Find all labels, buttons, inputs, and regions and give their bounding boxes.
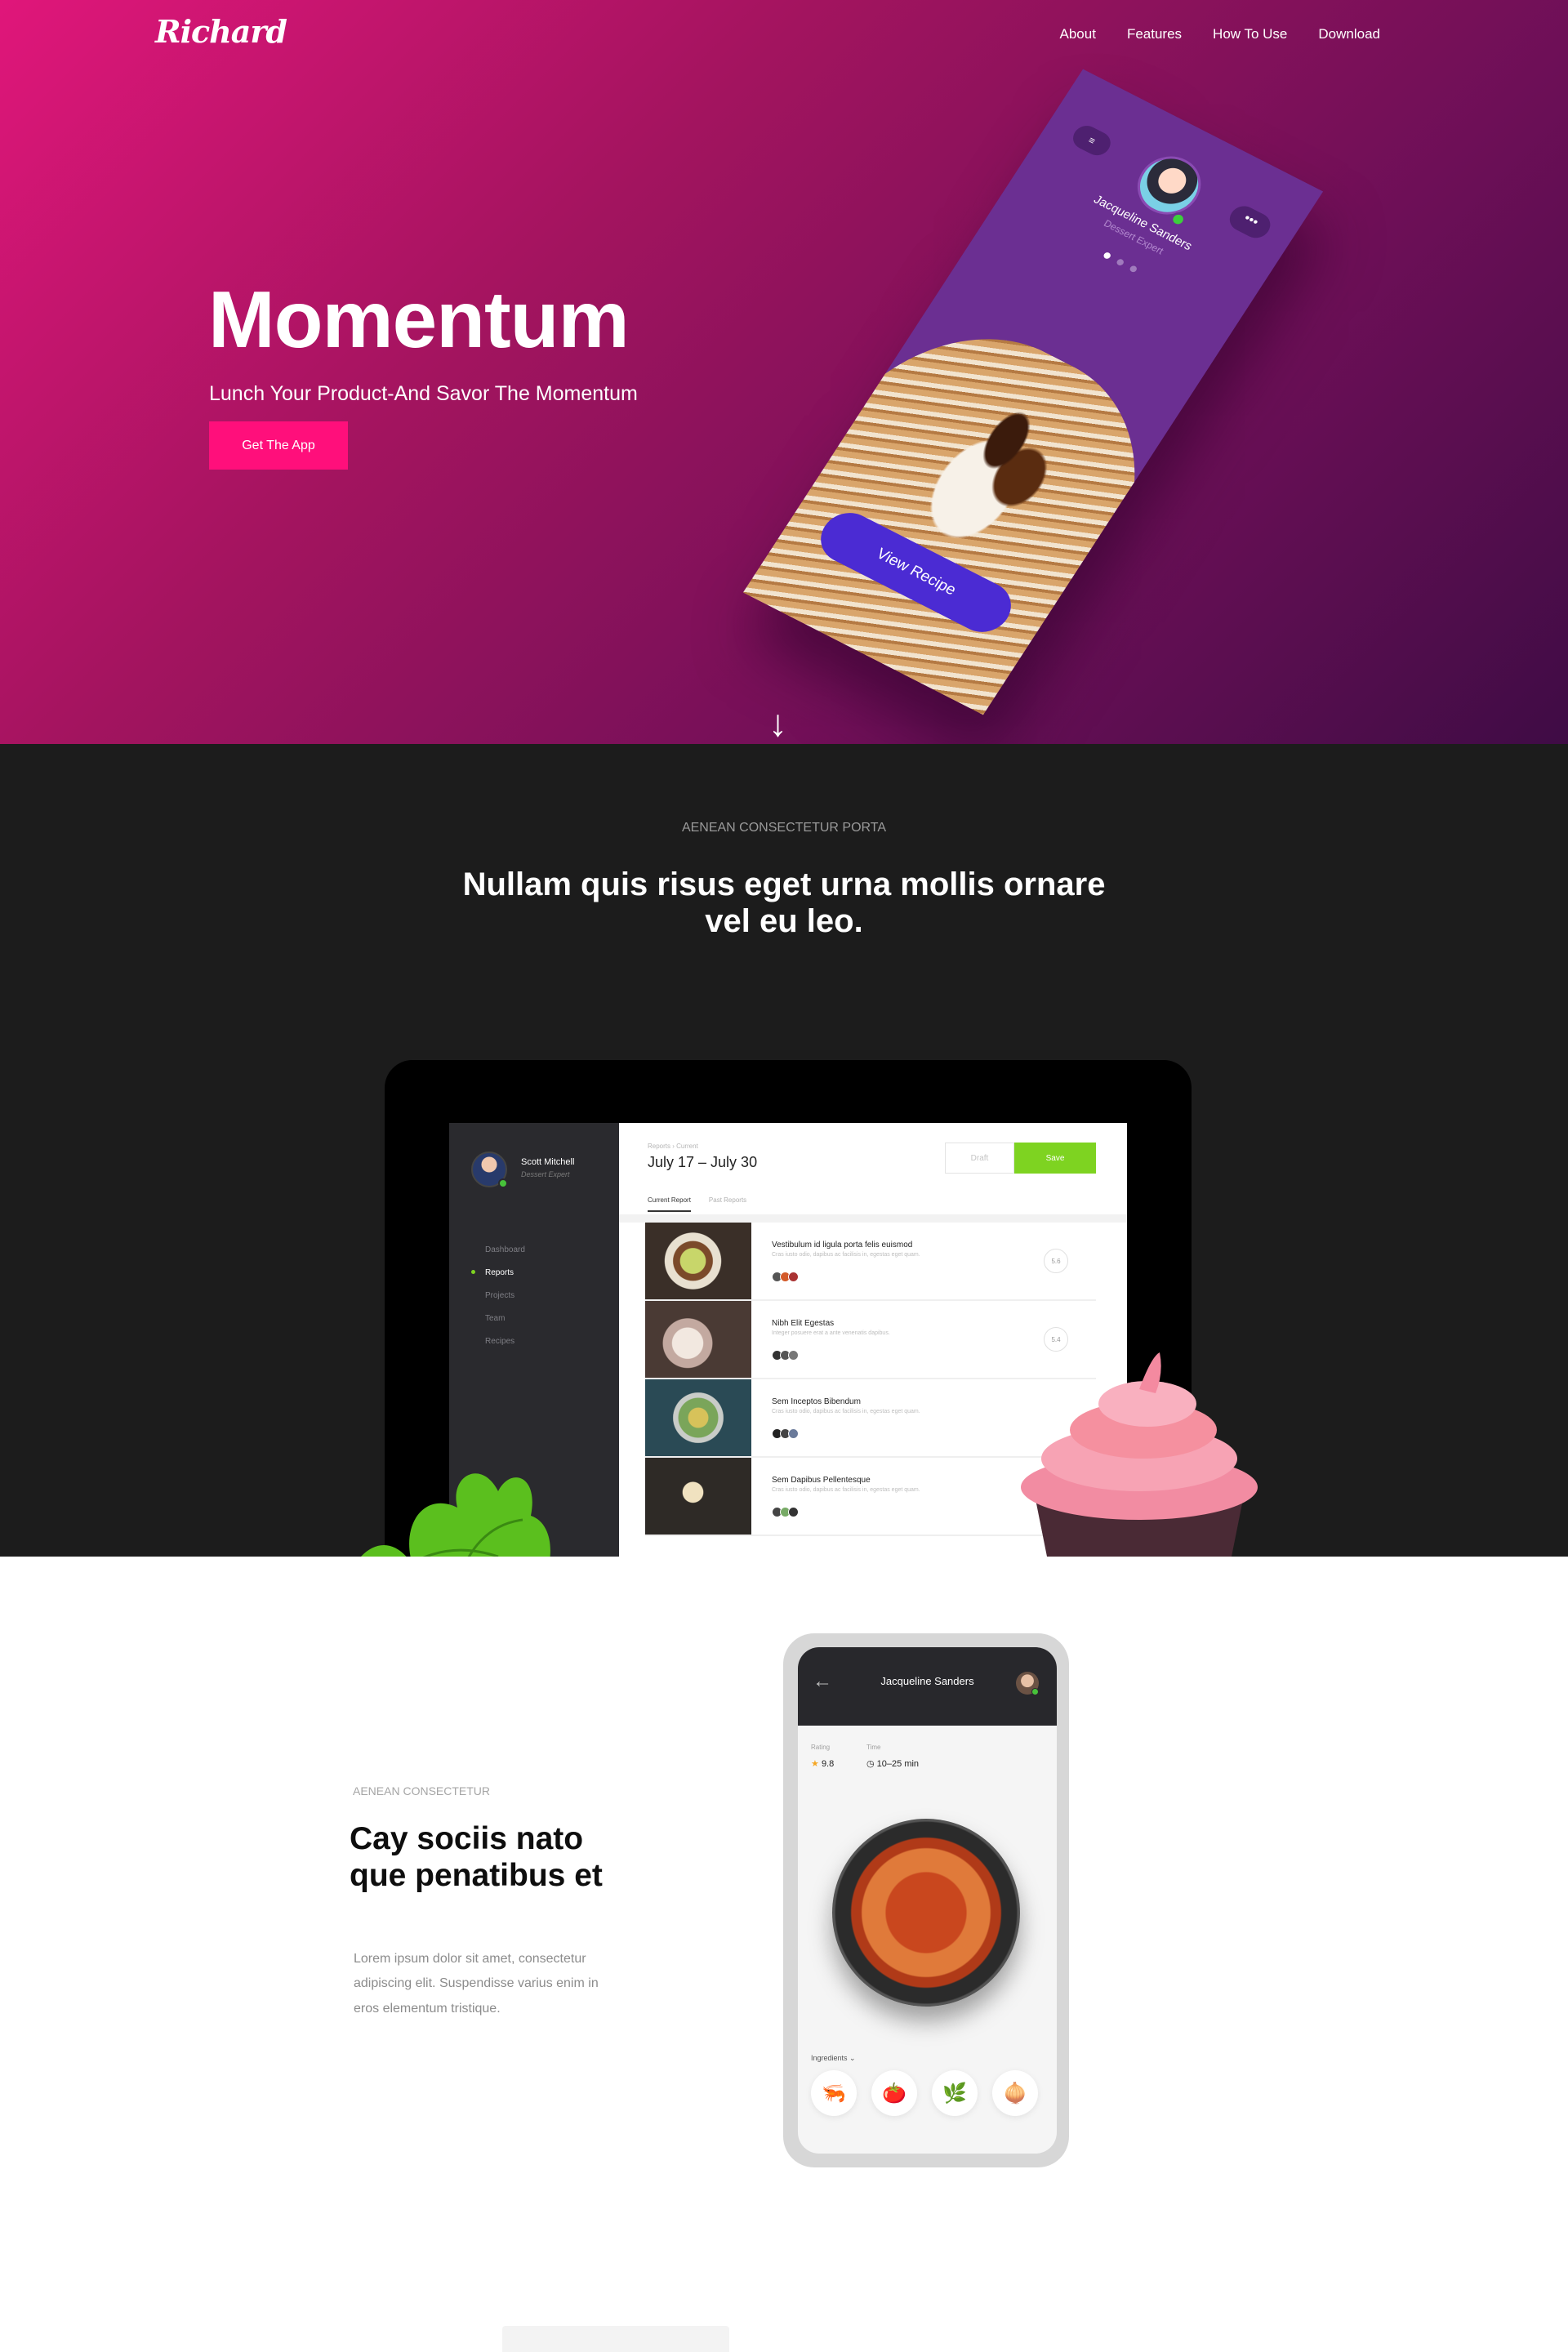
list-item-title: Sem Inceptos Bibendum [772, 1397, 861, 1406]
dessert-image [742, 288, 1198, 715]
list-item: Vestibulum id ligula porta felis euismod… [645, 1223, 1096, 1301]
showcase-section: AENEAN CONSECTETUR PORTA Nullam quis ris… [0, 744, 1568, 1557]
food-thumbnail [645, 1458, 751, 1535]
user-name: Scott Mitchell [521, 1157, 575, 1167]
phone-screen: ← Jacqueline Sanders Rating Time ★ 9.8 ◷… [798, 1647, 1057, 2154]
sidebar-item-team: Team [485, 1314, 506, 1323]
rating-value: 9.8 [821, 1759, 835, 1769]
save-button: Save [1014, 1143, 1096, 1174]
tab-past-reports: Past Reports [708, 1196, 747, 1204]
avatar-group [772, 1428, 799, 1439]
sidebar-menu: Dashboard Reports Projects Team Recipes [485, 1245, 525, 1360]
arrow-down-icon[interactable]: ↓ [768, 704, 787, 742]
user-role: Dessert Expert [521, 1170, 570, 1178]
shrimp-icon: 🦐 [811, 2070, 857, 2116]
herb-icon: 🌿 [932, 2070, 978, 2116]
ingredients-label: Ingredients ⌄ [811, 2054, 856, 2062]
mint-leaf-image [361, 1473, 550, 1557]
hero-title: Momentum [208, 274, 630, 364]
sidebar-item-recipes: Recipes [485, 1337, 515, 1346]
breadcrumb: Reports › Current [648, 1143, 698, 1150]
sidebar-item-projects: Projects [485, 1291, 515, 1300]
ingredients-list: 🦐 🍅 🌿 🧅 [811, 2070, 1038, 2116]
draft-button: Draft [945, 1143, 1014, 1174]
list-item-title: Vestibulum id ligula porta felis euismod [772, 1241, 913, 1250]
list-item-title: Sem Dapibus Pellentesque [772, 1476, 871, 1485]
nav-features[interactable]: Features [1127, 26, 1182, 42]
nav-download[interactable]: Download [1318, 26, 1380, 42]
carousel-dots [1102, 251, 1138, 274]
hero-phone-mockup: ≡ ••• Jacqueline Sanders Dessert Expert … [742, 69, 1324, 715]
list-item-desc: Cras iusto odio, dapibus ac facilisis in… [772, 1487, 920, 1493]
date-range: July 17 – July 30 [648, 1154, 758, 1170]
online-status-icon [498, 1178, 508, 1188]
rating-value-group: ★ 9.8 [811, 1758, 834, 1769]
pasta-dish-image [832, 1819, 1020, 2007]
hero-subtitle: Lunch Your Product-And Savor The Momentu… [209, 382, 638, 405]
food-thumbnail [645, 1301, 751, 1378]
list-item-desc: Integer posuere erat a ante venenatis da… [772, 1330, 890, 1336]
main-nav: About Features How To Use Download [1060, 26, 1380, 42]
score-badge: 5.6 [1044, 1249, 1068, 1273]
time-value-group: ◷ 10–25 min [866, 1758, 919, 1769]
section-eyebrow: AENEAN CONSECTETUR PORTA [681, 821, 887, 835]
section-body: Lorem ipsum dolor sit amet, consectetur … [354, 1952, 599, 2016]
clock-icon: ◷ [866, 1759, 875, 1769]
menu-icon: ≡ [1068, 121, 1116, 160]
onion-icon: 🧅 [992, 2070, 1038, 2116]
food-thumbnail [645, 1379, 751, 1456]
get-the-app-button[interactable]: Get The App [209, 421, 348, 470]
hero-section: Richard About Features How To Use Downlo… [0, 0, 1568, 744]
online-status-icon [1031, 1688, 1039, 1695]
brand-logo[interactable]: Richard [155, 13, 287, 50]
food-thumbnail [645, 1223, 751, 1299]
time-value: 10–25 min [876, 1759, 920, 1769]
section-title: Cay sociis nato que penatibus et [350, 1821, 603, 1893]
tomato-icon: 🍅 [871, 2070, 917, 2116]
profile-role: Dessert Expert [1102, 217, 1166, 257]
rating-label: Rating [811, 1744, 831, 1751]
sidebar-item-dashboard: Dashboard [485, 1245, 525, 1254]
sidebar-item-reports: Reports [485, 1268, 514, 1277]
list-item-desc: Cras iusto odio, dapibus ac facilisis in… [772, 1409, 920, 1414]
nav-about[interactable]: About [1060, 26, 1096, 42]
avatar-group [772, 1507, 799, 1517]
cupcake-image [1021, 1352, 1258, 1557]
list-item-title: Nibh Elit Egestas [772, 1319, 835, 1328]
tab-current-report: Current Report [648, 1196, 691, 1212]
active-indicator-icon [471, 1270, 475, 1274]
report-tabs: Current Report Past Reports [648, 1196, 746, 1212]
nav-how-to-use[interactable]: How To Use [1213, 26, 1287, 42]
more-icon: ••• [1224, 202, 1276, 243]
avatar-group [772, 1272, 799, 1282]
star-icon: ★ [811, 1759, 819, 1769]
list-item-desc: Cras iusto odio, dapibus ac facilisis in… [772, 1252, 920, 1258]
time-label: Time [866, 1744, 881, 1751]
next-section-card [502, 2326, 729, 2352]
phone-header: ← Jacqueline Sanders [798, 1647, 1057, 1726]
section-eyebrow: AENEAN CONSECTETUR [353, 1784, 491, 1797]
avatar-group [772, 1350, 799, 1361]
section-title: Nullam quis risus eget urna mollis ornar… [462, 866, 1106, 939]
